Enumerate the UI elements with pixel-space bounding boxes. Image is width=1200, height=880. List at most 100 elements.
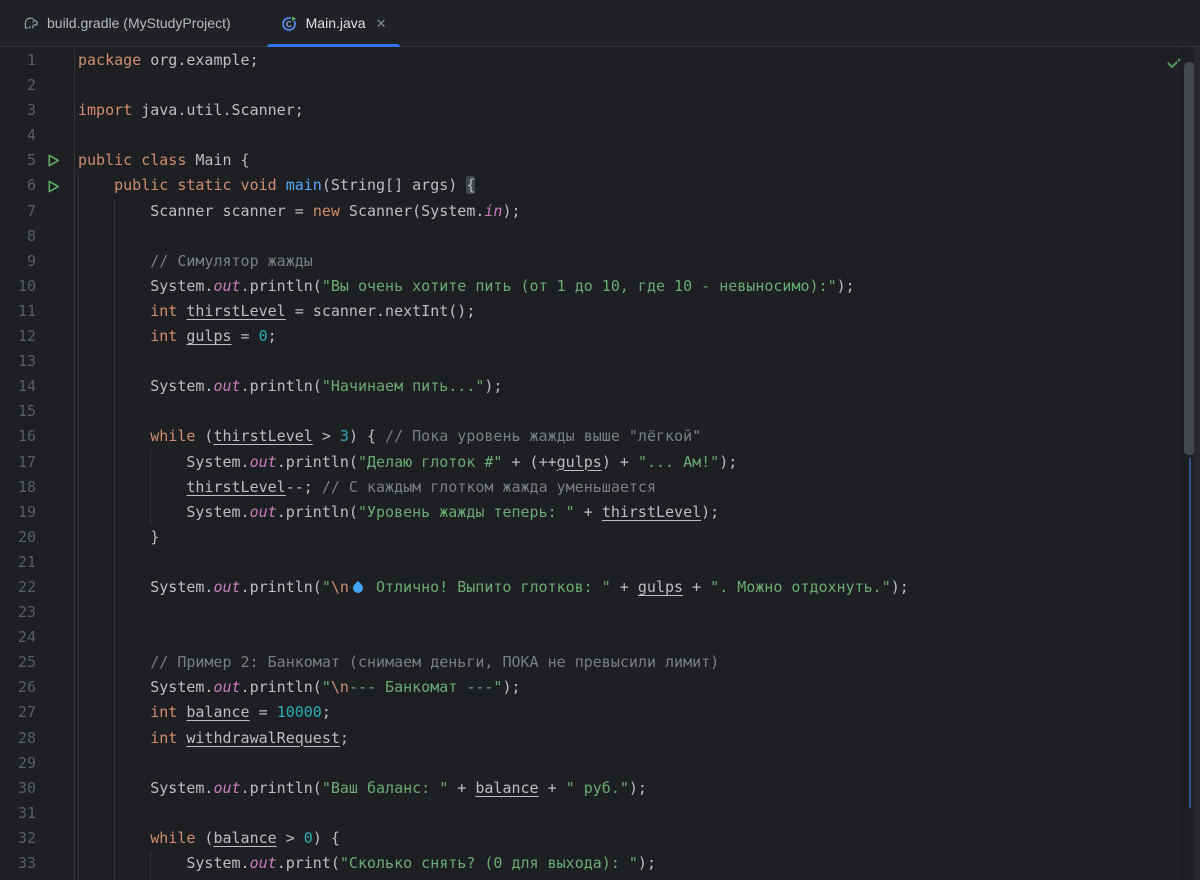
code-line[interactable]: System.out.println("Делаю глоток #" + (+… <box>78 450 1180 475</box>
code-line[interactable]: while (balance > 0) { <box>78 826 1180 851</box>
code-line[interactable]: while (thirstLevel > 3) { // Пока уровен… <box>78 424 1180 449</box>
gutter-row[interactable]: 22 <box>0 575 74 600</box>
gutter-row[interactable]: 1 <box>0 48 74 73</box>
gutter-row[interactable]: 7 <box>0 199 74 224</box>
gutter-row[interactable]: 33 <box>0 851 74 876</box>
gutter-row[interactable]: 16 <box>0 424 74 449</box>
gutter-row[interactable]: 30 <box>0 776 74 801</box>
line-number[interactable]: 26 <box>0 675 36 700</box>
line-number[interactable]: 13 <box>0 349 36 374</box>
gutter-row[interactable]: 23 <box>0 600 74 625</box>
line-number[interactable]: 9 <box>0 249 36 274</box>
line-number[interactable]: 27 <box>0 700 36 725</box>
line-number[interactable]: 14 <box>0 374 36 399</box>
code-line[interactable] <box>78 801 1180 826</box>
gutter-row[interactable]: 32 <box>0 826 74 851</box>
line-number[interactable]: 33 <box>0 851 36 876</box>
code-line[interactable]: System.out.println("Ваш баланс: " + bala… <box>78 776 1180 801</box>
run-icon[interactable] <box>42 148 64 173</box>
line-number[interactable]: 21 <box>0 550 36 575</box>
code-line[interactable] <box>78 751 1180 776</box>
line-number[interactable]: 17 <box>0 450 36 475</box>
code-line[interactable]: System.out.print("Сколько снять? (0 для … <box>78 851 1180 876</box>
code-line[interactable] <box>78 73 1180 98</box>
line-number[interactable]: 23 <box>0 600 36 625</box>
gutter-row[interactable]: 8 <box>0 224 74 249</box>
gutter-row[interactable]: 3 <box>0 98 74 123</box>
code-line[interactable]: // Пример 2: Банкомат (снимаем деньги, П… <box>78 650 1180 675</box>
line-number[interactable]: 16 <box>0 424 36 449</box>
tab-main-java[interactable]: C Main.java ✕ <box>266 0 401 47</box>
line-number[interactable]: 18 <box>0 475 36 500</box>
gutter-row[interactable]: 11 <box>0 299 74 324</box>
gutter-row[interactable]: 21 <box>0 550 74 575</box>
close-tab-icon[interactable]: ✕ <box>376 17 387 30</box>
gutter-row[interactable]: 12 <box>0 324 74 349</box>
code-line[interactable]: public class Main { <box>78 148 1180 173</box>
code-line[interactable]: thirstLevel--; // С каждым глотком жажда… <box>78 475 1180 500</box>
line-number[interactable]: 20 <box>0 525 36 550</box>
code-line[interactable]: import java.util.Scanner; <box>78 98 1180 123</box>
code-line[interactable]: System.out.println("Начинаем пить..."); <box>78 374 1180 399</box>
code-line[interactable]: System.out.println("\n Отлично! Выпито г… <box>78 575 1180 600</box>
gutter-row[interactable]: 18 <box>0 475 74 500</box>
line-number[interactable]: 30 <box>0 776 36 801</box>
line-number[interactable]: 29 <box>0 751 36 776</box>
gutter-row[interactable]: 13 <box>0 349 74 374</box>
line-number[interactable]: 8 <box>0 224 36 249</box>
line-number[interactable]: 22 <box>0 575 36 600</box>
line-number[interactable]: 4 <box>0 123 36 148</box>
code-line[interactable]: } <box>78 525 1180 550</box>
gutter-row[interactable]: 5 <box>0 148 74 173</box>
line-number[interactable]: 24 <box>0 625 36 650</box>
code-line[interactable]: public static void main(String[] args) { <box>78 173 1180 198</box>
gutter-row[interactable]: 19 <box>0 500 74 525</box>
code-line[interactable] <box>78 600 1180 625</box>
gutter-row[interactable]: 28 <box>0 726 74 751</box>
code-line[interactable] <box>78 399 1180 424</box>
line-number[interactable]: 28 <box>0 726 36 751</box>
code-line[interactable]: int balance = 10000; <box>78 700 1180 725</box>
line-number[interactable]: 12 <box>0 324 36 349</box>
code-line[interactable]: Scanner scanner = new Scanner(System.in)… <box>78 199 1180 224</box>
line-number[interactable]: 10 <box>0 274 36 299</box>
line-number[interactable]: 19 <box>0 500 36 525</box>
line-number[interactable]: 6 <box>0 173 36 198</box>
line-number[interactable]: 3 <box>0 98 36 123</box>
line-number[interactable]: 5 <box>0 148 36 173</box>
line-number[interactable]: 31 <box>0 801 36 826</box>
run-icon[interactable] <box>42 173 64 198</box>
line-number[interactable]: 1 <box>0 48 36 73</box>
tab-build-gradle[interactable]: build.gradle (MyStudyProject) <box>8 0 245 46</box>
line-number[interactable]: 11 <box>0 299 36 324</box>
gutter-row[interactable]: 25 <box>0 650 74 675</box>
gutter-row[interactable]: 20 <box>0 525 74 550</box>
code-line[interactable]: // Симулятор жажды <box>78 249 1180 274</box>
gutter-row[interactable]: 27 <box>0 700 74 725</box>
code-line[interactable] <box>78 224 1180 249</box>
gutter-row[interactable]: 4 <box>0 123 74 148</box>
line-number[interactable]: 7 <box>0 199 36 224</box>
gutter-row[interactable]: 9 <box>0 249 74 274</box>
code-line[interactable]: System.out.println("\n--- Банкомат ---")… <box>78 675 1180 700</box>
code-line[interactable]: package org.example; <box>78 48 1180 73</box>
gutter-row[interactable]: 17 <box>0 450 74 475</box>
line-number[interactable]: 25 <box>0 650 36 675</box>
gutter-row[interactable]: 24 <box>0 625 74 650</box>
line-number[interactable]: 32 <box>0 826 36 851</box>
code-line[interactable]: int gulps = 0; <box>78 324 1180 349</box>
code-line[interactable] <box>78 625 1180 650</box>
gutter-row[interactable]: 31 <box>0 801 74 826</box>
code-line[interactable]: System.out.println("Вы очень хотите пить… <box>78 274 1180 299</box>
gutter-row[interactable]: 14 <box>0 374 74 399</box>
code-editor[interactable]: 1 2 3 4 5 6 7 8 9 10 11 12 13 14 15 16 17 18 19 20 21 22 23 24 2… <box>0 47 1200 880</box>
gutter-row[interactable]: 6 <box>0 173 74 198</box>
code-line[interactable]: int thirstLevel = scanner.nextInt(); <box>78 299 1180 324</box>
gutter-row[interactable]: 10 <box>0 274 74 299</box>
gutter-row[interactable]: 15 <box>0 399 74 424</box>
inspections-ok-checkmark-icon[interactable] <box>1163 52 1185 74</box>
code-line[interactable] <box>78 349 1180 374</box>
line-number[interactable]: 15 <box>0 399 36 424</box>
code-line[interactable]: System.out.println("Уровень жажды теперь… <box>78 500 1180 525</box>
gutter-row[interactable]: 26 <box>0 675 74 700</box>
